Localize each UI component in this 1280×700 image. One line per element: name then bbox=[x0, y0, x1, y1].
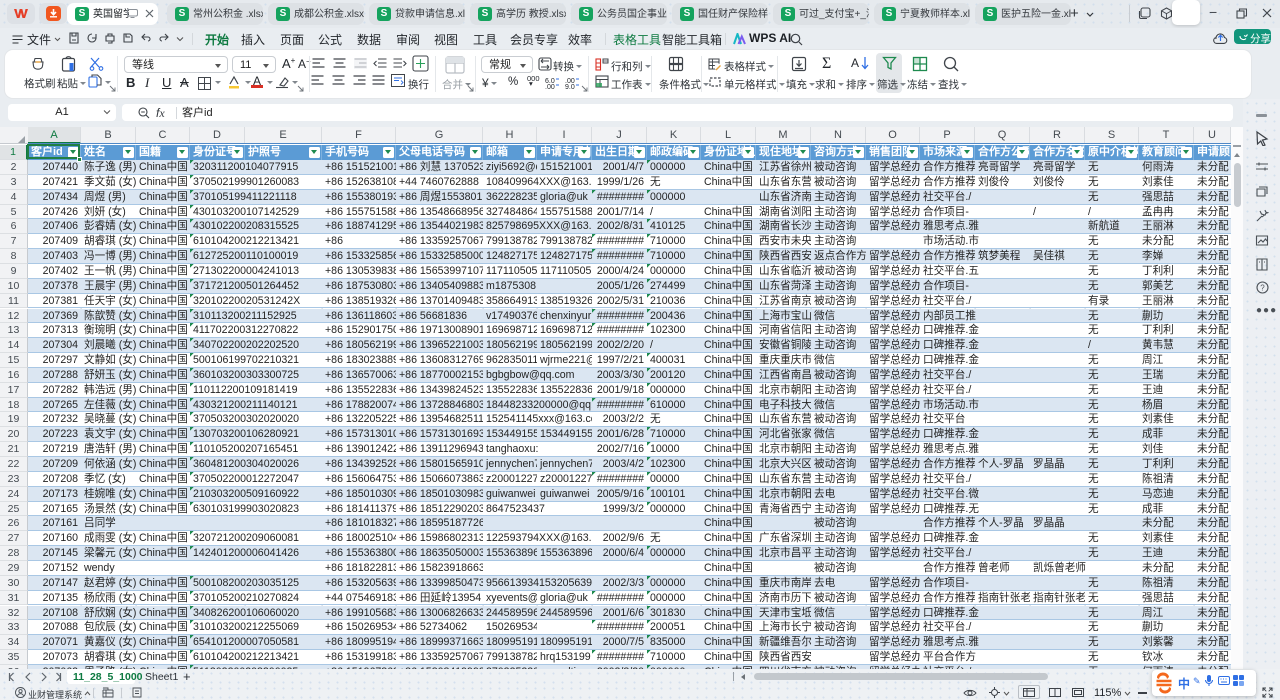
svg-text:?: ? bbox=[1260, 283, 1265, 292]
